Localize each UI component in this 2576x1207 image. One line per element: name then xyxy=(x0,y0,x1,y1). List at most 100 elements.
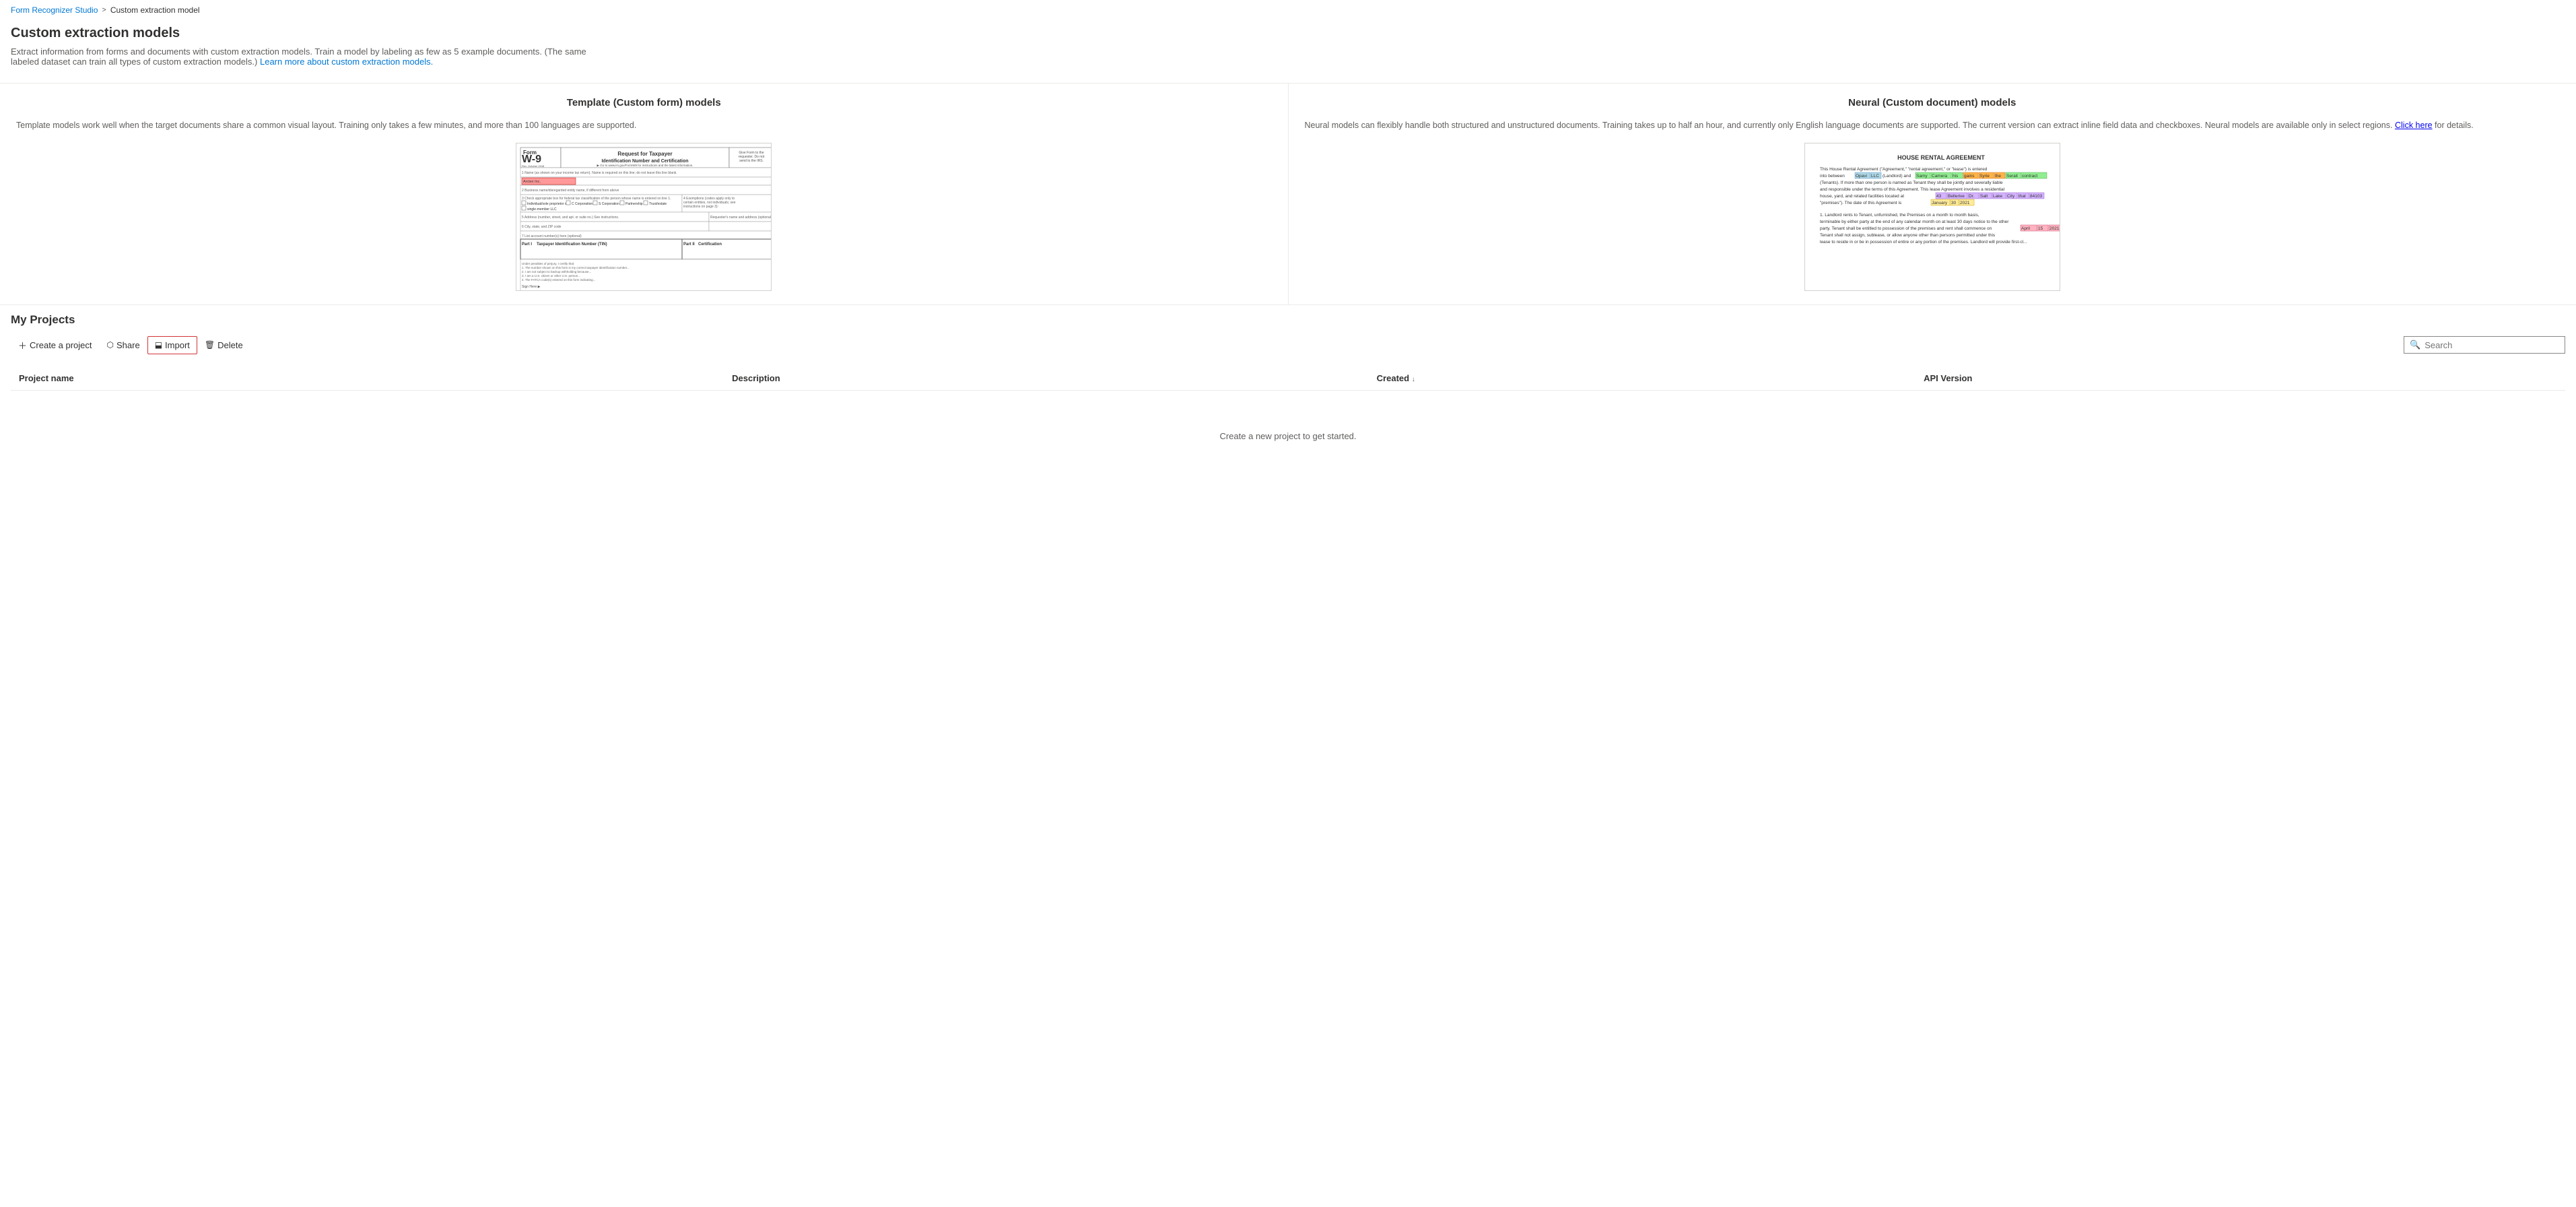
svg-text:his: his xyxy=(1953,174,1959,178)
learn-more-link[interactable]: Learn more about custom extraction model… xyxy=(260,57,433,67)
svg-text:Serait: Serait xyxy=(2006,174,2018,178)
svg-text:Camera: Camera xyxy=(1932,174,1948,178)
svg-text:house, yard, and related facil: house, yard, and related facilities loca… xyxy=(1820,194,1904,199)
svg-text:Part I: Part I xyxy=(522,242,532,247)
create-project-label: Create a project xyxy=(30,340,92,350)
column-created[interactable]: Created ↓ xyxy=(1369,366,1916,391)
svg-text:and responsible under the term: and responsible under the terms of this … xyxy=(1820,187,2005,192)
svg-text:▶ Go to www.irs.gov/FormW9 for: ▶ Go to www.irs.gov/FormW9 for instructi… xyxy=(597,164,693,167)
svg-text:Under penalties of perjury, I: Under penalties of perjury, I certify th… xyxy=(522,262,574,265)
search-input[interactable] xyxy=(2425,340,2559,350)
svg-text:Syrie: Syrie xyxy=(1979,174,1990,178)
svg-text:Identification Number and Cert: Identification Number and Certification xyxy=(602,159,689,164)
share-button[interactable]: ⬡ Share xyxy=(100,336,147,354)
svg-text:Taxpayer Identification Number: Taxpayer Identification Number (TIN) xyxy=(537,242,607,247)
column-description: Description xyxy=(724,366,1369,391)
svg-text:1. Landlord rents to Tenant: 1. Landlord rents to Tenant, unfurnished… xyxy=(1820,213,1979,218)
svg-text:lease to reside in or be in po: lease to reside in or be in possession o… xyxy=(1820,240,2027,244)
svg-text:Partnership: Partnership xyxy=(625,202,643,206)
svg-text:1. The number shown on this fo: 1. The number shown on this form is my c… xyxy=(522,266,630,269)
create-project-button[interactable]: ＋ Create a project xyxy=(11,335,100,356)
search-icon: 🔍 xyxy=(2410,339,2420,350)
svg-text:6 City, state, and ZIP code: 6 City, state, and ZIP code xyxy=(522,225,562,229)
svg-text:1 Name (as shown on your incom: 1 Name (as shown on your income tax retu… xyxy=(522,171,677,175)
search-box[interactable]: 🔍 xyxy=(2404,336,2565,354)
import-icon: ⬓ xyxy=(155,340,162,350)
delete-button[interactable]: 🗑 Delete xyxy=(197,336,250,354)
neural-model-column: Neural (Custom document) models Neural m… xyxy=(1289,84,2576,304)
svg-text:Requester's name and address (: Requester's name and address (optional) xyxy=(710,216,772,220)
breadcrumb-separator: > xyxy=(102,6,106,14)
svg-text:Rev. October 2018: Rev. October 2018 xyxy=(522,164,545,168)
svg-text:W-9: W-9 xyxy=(522,154,541,165)
svg-text:15: 15 xyxy=(2038,226,2043,231)
svg-text:gains: gains xyxy=(1964,174,1975,178)
svg-text:Lake: Lake xyxy=(1993,194,2002,199)
svg-text:5 Address (number, street, and: 5 Address (number, street, and apt. or s… xyxy=(522,216,619,220)
page-title: Custom extraction models xyxy=(11,26,2565,41)
svg-text:January: January xyxy=(1932,201,1948,205)
svg-text:Request for Taxpayer: Request for Taxpayer xyxy=(618,151,673,157)
svg-text:terminable by either party at: terminable by either party at the end of… xyxy=(1820,220,2009,224)
svg-text:into between: into between xyxy=(1820,174,1845,178)
svg-text:3 Check appropriate box for fe: 3 Check appropriate box for federal tax … xyxy=(522,197,671,201)
neural-click-here-link[interactable]: Click here xyxy=(2395,121,2433,130)
neural-description-text: Neural models can flexibly handle both s… xyxy=(1305,121,2393,130)
svg-text:Trust/estate: Trust/estate xyxy=(649,202,667,206)
projects-section: My Projects ＋ Create a project ⬡ Share ⬓… xyxy=(0,313,2576,482)
svg-text:Certification: Certification xyxy=(698,242,722,247)
svg-text:City: City xyxy=(2007,194,2015,199)
import-button[interactable]: ⬓ Import xyxy=(147,336,197,354)
svg-text:2 Business name/disregarded en: 2 Business name/disregarded entity name,… xyxy=(522,189,619,193)
svg-text:30: 30 xyxy=(1951,201,1957,205)
svg-text:This House Rental Agreement (": This House Rental Agreement ("Agreement,… xyxy=(1820,167,1988,172)
svg-text:Salt: Salt xyxy=(1980,194,1988,199)
breadcrumb: Form Recognizer Studio > Custom extracti… xyxy=(0,0,2576,20)
svg-text:LLC: LLC xyxy=(1871,174,1879,178)
table-header: Project name Description Created ↓ API V… xyxy=(11,366,2565,391)
neural-model-preview: HOUSE RENTAL AGREEMENT This House Rental… xyxy=(1804,143,2060,291)
delete-icon: 🗑 xyxy=(205,340,215,350)
svg-text:Arctex Inc.: Arctex Inc. xyxy=(523,180,541,184)
svg-text:2021: 2021 xyxy=(2049,226,2060,231)
w9-form-svg: Form W-9 Rev. October 2018 Request for T… xyxy=(519,146,772,291)
svg-text:4. The FATCA code(s) entered o: 4. The FATCA code(s) entered on this for… xyxy=(522,278,595,282)
delete-label: Delete xyxy=(217,340,243,350)
svg-text:HOUSE RENTAL AGREEMENT: HOUSE RENTAL AGREEMENT xyxy=(1897,154,1985,161)
breadcrumb-current: Custom extraction model xyxy=(110,5,200,15)
svg-text:(Tenants). If more than one pe: (Tenants). If more than one person is na… xyxy=(1820,181,2003,185)
svg-text:Opavi: Opavi xyxy=(1856,174,1867,178)
page-description: Extract information from forms and docum… xyxy=(11,46,617,67)
svg-text:contract: contract xyxy=(2022,174,2037,178)
svg-text:party. Tenant shall be entitle: party. Tenant shall be entitled to posse… xyxy=(1820,226,1992,231)
svg-text:2. I am not subject to backup: 2. I am not subject to backup withholdin… xyxy=(522,270,591,273)
svg-text:Part II: Part II xyxy=(683,242,695,247)
svg-text:C Corporation: C Corporation xyxy=(572,202,592,206)
svg-text:7 List account number(s) here: 7 List account number(s) here (optional) xyxy=(522,234,582,238)
svg-text:43: 43 xyxy=(1936,194,1942,199)
svg-text:single-member LLC: single-member LLC xyxy=(527,207,557,211)
table-header-row: Project name Description Created ↓ API V… xyxy=(11,366,2565,391)
svg-text:the: the xyxy=(1995,174,2001,178)
svg-text:Samy: Samy xyxy=(1916,174,1928,178)
neural-model-description: Neural models can flexibly handle both s… xyxy=(1305,119,2561,132)
svg-text:instructions on page 3):: instructions on page 3): xyxy=(683,205,718,209)
rental-agreement-svg: HOUSE RENTAL AGREEMENT This House Rental… xyxy=(1813,149,2060,291)
neural-model-image-container: HOUSE RENTAL AGREEMENT This House Rental… xyxy=(1305,143,2561,291)
page-header: Custom extraction models Extract informa… xyxy=(0,20,2576,75)
column-api-version: API Version xyxy=(1916,366,2565,391)
svg-text:2021: 2021 xyxy=(1960,201,1970,205)
template-model-column: Template (Custom form) models Template m… xyxy=(0,84,1289,304)
neural-model-title: Neural (Custom document) models xyxy=(1305,97,2561,108)
svg-text:that: that xyxy=(2019,194,2026,199)
projects-table: Project name Description Created ↓ API V… xyxy=(11,366,2565,391)
svg-text:Tenant shall not assign, suble: Tenant shall not assign, sublease, or al… xyxy=(1820,233,1996,238)
svg-text:3. I am a U.S. citizen or othe: 3. I am a U.S. citizen or other U.S. per… xyxy=(522,274,580,278)
svg-text:Individual/sole proprietor or: Individual/sole proprietor or xyxy=(527,202,568,206)
template-model-preview: Form W-9 Rev. October 2018 Request for T… xyxy=(516,143,772,291)
breadcrumb-home-link[interactable]: Form Recognizer Studio xyxy=(11,5,98,15)
search-container: 🔍 xyxy=(2404,336,2565,354)
template-model-title: Template (Custom form) models xyxy=(16,97,1272,108)
template-model-image-container: Form W-9 Rev. October 2018 Request for T… xyxy=(16,143,1272,291)
plus-icon: ＋ xyxy=(18,339,27,352)
